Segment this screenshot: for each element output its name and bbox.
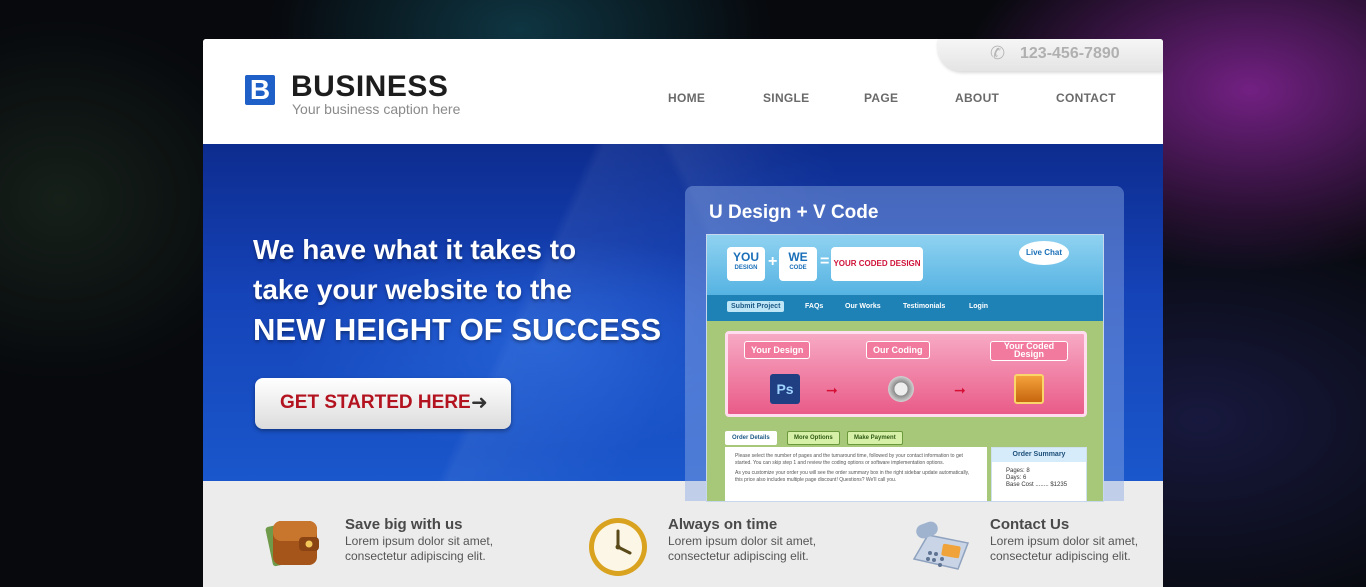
preview-header: YOU DESIGN + WE CODE = YOUR CODED DESIGN… [707,235,1103,295]
preview-title: U Design + V Code [709,202,879,223]
feature-save-big-title: Save big with us [345,516,463,533]
page-container: B BUSINESS Your business caption here ✆ … [203,39,1163,587]
step-our-coding: Our Coding [866,341,930,359]
arrow-right-icon: ➞ [826,382,838,398]
preview-you-badge: YOU DESIGN [727,247,765,281]
feature-on-time-title: Always on time [668,516,778,533]
preview-panel: U Design + V Code YOU DESIGN + WE CODE =… [685,186,1124,502]
preview-nav-testimonials: Testimonials [903,303,946,310]
feature-save-big: Save big with us Lorem ipsum dolor sit a… [263,481,563,587]
gift-box-icon [1014,374,1044,404]
preview-we-badge: WE CODE [779,247,817,281]
feature-on-time-text: Lorem ipsum dolor sit amet, consectetur … [668,534,817,563]
gears-icon [886,374,916,404]
photoshop-icon: Ps [770,374,800,404]
preview-nav-login: Login [969,303,989,310]
preview-we-sub: CODE [789,265,807,271]
hero-headline-line-3: NEW HEIGHT OF SUCCESS [253,312,662,347]
summary-pages: Pages: 8 [1006,468,1030,474]
live-chat-bubble: Live Chat [1019,241,1069,265]
step-your-design: Your Design [744,341,811,359]
preview-nav: Submit Project FAQs Our Works Testimonia… [707,295,1103,321]
nav-about[interactable]: ABOUT [955,91,999,105]
arrow-right-icon: ➞ [954,382,966,398]
preview-we-label: WE [788,250,808,264]
arrow-right-icon: ➜ [471,392,488,414]
preview-tab-make-payment: Make Payment [847,431,903,445]
wallet-icon [263,513,327,577]
phone-icon: ✆ [990,43,1006,63]
feature-contact: Contact Us Lorem ipsum dolor sit amet, c… [908,481,1163,587]
preview-body-paragraph-1: Please select the number of pages and th… [735,453,963,466]
feature-contact-text: Lorem ipsum dolor sit amet, consectetur … [990,534,1139,563]
step-your-coded-design: Your Coded Design [990,341,1068,361]
preview-coded-badge: YOUR CODED DESIGN [831,247,923,281]
summary-title: Order Summary [992,448,1086,462]
phone-number: 123-456-7890 [1020,45,1120,62]
hero-headline-line-2: take your website to the [253,274,572,305]
equals-icon: = [820,253,830,270]
feature-contact-title: Contact Us [990,516,1070,533]
phone-tab: ✆ 123-456-7890 [938,39,1163,71]
get-started-label: GET STARTED HERE [280,392,471,413]
preview-you-sub: DESIGN [734,265,758,271]
hero-headline-line-1: We have what it takes to [253,234,577,265]
plus-icon: + [768,253,778,270]
nav-contact[interactable]: CONTACT [1056,91,1116,105]
preview-process: Your Design Our Coding Your Coded Design… [725,331,1087,417]
clock-icon [586,513,650,577]
feature-on-time: Always on time Lorem ipsum dolor sit ame… [586,481,886,587]
feature-save-big-text: Lorem ipsum dolor sit amet, consectetur … [345,534,494,563]
main-nav: HOME SINGLE PAGE ABOUT CONTACT [203,91,1163,107]
preview-nav-works: Our Works [845,303,881,310]
nav-single[interactable]: SINGLE [763,91,809,105]
features-strip: Save big with us Lorem ipsum dolor sit a… [203,481,1163,587]
preview-nav-faqs: FAQs [805,303,824,310]
site-header: B BUSINESS Your business caption here ✆ … [203,39,1163,144]
preview-tab-order-details: Order Details [725,431,777,445]
nav-home[interactable]: HOME [668,91,705,105]
preview-tab-more-options: More Options [787,431,840,445]
preview-nav-submit: Submit Project [727,301,785,312]
telephone-icon [908,513,972,577]
get-started-button[interactable]: GET STARTED HERE ➜ [255,378,511,429]
preview-screenshot[interactable]: YOU DESIGN + WE CODE = YOUR CODED DESIGN… [706,234,1104,502]
preview-you-label: YOU [732,250,759,264]
nav-page[interactable]: PAGE [864,91,898,105]
